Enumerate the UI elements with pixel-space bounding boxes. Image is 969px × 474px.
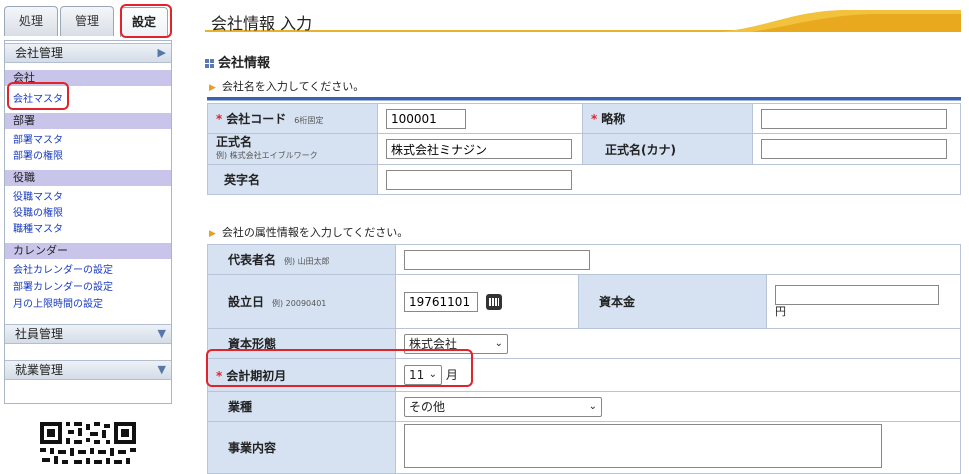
industry-select[interactable]: その他 ⌄ [404, 396, 602, 417]
qr-code-image [38, 420, 138, 468]
sidebar: 処理 管理 設定 会社管理 ▶ 会社 会社マスタ 部署 部署マスタ 部署の権限 役… [0, 0, 176, 468]
link-department-permission[interactable]: 部署の権限 [13, 150, 63, 164]
select-value: その他 [409, 399, 446, 414]
established-label: 設立日 [228, 295, 265, 309]
code-label: 会社コード [226, 112, 287, 126]
category-calendar: カレンダー [5, 243, 171, 259]
triangle-down-icon: ▼ [157, 327, 166, 340]
established-note: 例) 20090401 [272, 299, 327, 308]
highlight-settings-tab [120, 4, 172, 38]
calendar-icon[interactable] [485, 294, 502, 310]
business-label: 事業内容 [228, 441, 277, 455]
required-mark: * [591, 112, 598, 126]
sidebar-section-employee[interactable]: 社員管理 ▼ [5, 324, 171, 344]
link-department-master[interactable]: 部署マスタ [13, 134, 63, 148]
industry-label: 業種 [228, 400, 253, 414]
tab-manage[interactable]: 管理 [60, 6, 114, 36]
chevron-down-icon: ⌄ [588, 400, 597, 412]
capital-unit: 円 [775, 305, 786, 318]
highlight-company-master [7, 82, 69, 110]
section-label: 社員管理 [15, 327, 64, 341]
instruction-attributes: ▶ 会社の属性情報を入力してください。 [209, 224, 408, 240]
sidebar-section-company[interactable]: 会社管理 ▶ [5, 43, 171, 63]
instruction-company-name: ▶ 会社名を入力してください。 [209, 78, 364, 94]
triangle-right-icon: ▶ [209, 83, 216, 93]
page-title: 会社情報 入力 [211, 14, 313, 33]
business-description-textarea[interactable] [404, 424, 882, 468]
instruction-text: 会社名を入力してください。 [221, 80, 365, 93]
link-position-permission[interactable]: 役職の権限 [13, 207, 63, 221]
link-company-calendar[interactable]: 会社カレンダーの設定 [13, 264, 113, 278]
english-name-label: 英字名 [224, 173, 261, 187]
triangle-right-icon: ▶ [157, 46, 166, 59]
company-code-input[interactable] [386, 108, 466, 129]
link-department-calendar[interactable]: 部署カレンダーの設定 [13, 281, 113, 295]
representative-note: 例) 山田太郎 [284, 257, 330, 266]
capital-input[interactable] [775, 285, 939, 305]
header-decoration [721, 10, 961, 32]
section-label: 会社管理 [15, 46, 64, 60]
abbreviation-input[interactable] [761, 108, 947, 129]
page-header: 会社情報 入力 [205, 8, 961, 33]
established-date-input[interactable] [404, 291, 478, 312]
instruction-text: 会社の属性情報を入力してください。 [221, 226, 409, 239]
category-department: 部署 [5, 113, 171, 129]
code-note: 6桁固定 [294, 116, 324, 125]
representative-label: 代表者名 [228, 253, 277, 267]
main-content: 会社情報 入力 会社情報 ▶会社名を入力してください。 *会社コード6桁固定 *… [205, 0, 969, 474]
representative-input[interactable] [404, 249, 590, 270]
abbr-label: 略称 [601, 112, 626, 126]
sidebar-section-work[interactable]: 就業管理 ▼ [5, 360, 171, 380]
official-name-input[interactable] [386, 139, 572, 159]
link-monthly-limit[interactable]: 月の上限時間の設定 [13, 298, 103, 312]
english-name-input[interactable] [386, 169, 572, 190]
highlight-fiscal-month [206, 349, 473, 387]
section-label: 就業管理 [15, 363, 64, 377]
chevron-down-icon: ⌄ [494, 337, 503, 349]
official-name-kana-input[interactable] [761, 139, 947, 159]
name-note: 例) 株式会社エイブルワーク [216, 151, 318, 160]
company-name-form: *会社コード6桁固定 *略称 正式名例) 株式会社エイブルワーク 正式名(カナ)… [207, 103, 961, 195]
section-title: 会社情報 [218, 56, 271, 71]
form-top-border [207, 97, 961, 101]
link-job-type-master[interactable]: 職種マスタ [13, 223, 63, 237]
triangle-down-icon: ▼ [157, 363, 166, 376]
capital-label: 資本金 [599, 295, 636, 309]
required-mark: * [216, 112, 223, 126]
kana-label: 正式名(カナ) [605, 142, 676, 157]
link-position-master[interactable]: 役職マスタ [13, 191, 63, 205]
category-position: 役職 [5, 170, 171, 186]
name-label: 正式名 [216, 135, 253, 149]
grid-square-icon [205, 58, 215, 69]
section-heading: 会社情報 [205, 52, 270, 71]
triangle-right-icon: ▶ [209, 229, 216, 239]
tab-process[interactable]: 処理 [4, 6, 58, 36]
